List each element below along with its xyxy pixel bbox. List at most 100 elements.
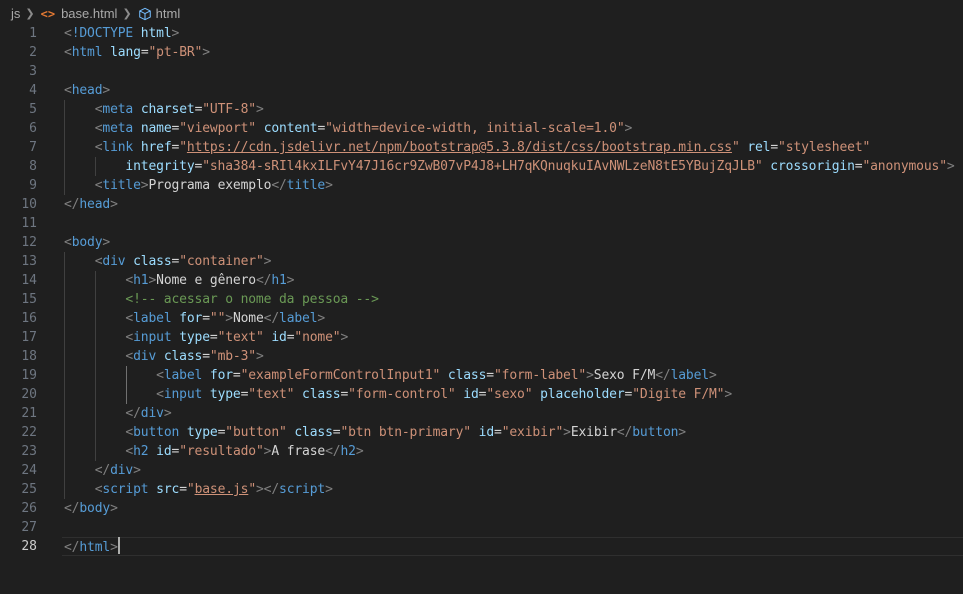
code-text: <meta name="viewport" content="width=dev… xyxy=(64,119,633,138)
code-token: "stylesheet" xyxy=(778,140,871,155)
breadcrumb-symbol[interactable]: html xyxy=(138,6,180,21)
code-token: label xyxy=(279,311,318,326)
code-token: > xyxy=(133,463,141,478)
code-line[interactable]: 2 <html lang="pt-BR"> xyxy=(0,43,963,62)
code-token: </ xyxy=(64,197,80,212)
line-number: 16 xyxy=(21,311,37,326)
code-token: </ xyxy=(263,311,280,326)
code-token: "text" xyxy=(217,330,264,345)
code-token: < xyxy=(125,425,134,440)
code-token: input xyxy=(133,330,172,345)
code-token: < xyxy=(64,235,72,250)
code-token: < xyxy=(125,330,134,345)
code-token: h1 xyxy=(133,273,149,288)
code-token: body xyxy=(71,235,103,250)
code-line[interactable]: 24 </div> xyxy=(0,461,963,480)
code-line[interactable]: 16 <label for="">Nome</label> xyxy=(0,309,963,328)
code-line[interactable]: 14 <h1>Nome e gênero</h1> xyxy=(0,271,963,290)
code-token: head xyxy=(79,197,111,212)
code-editor[interactable]: js ❯ <> base.html ❯ html 1 <!DOCTYPE html… xyxy=(0,0,963,594)
code-token: < xyxy=(125,349,134,364)
code-token: content xyxy=(263,121,318,136)
code-token: > xyxy=(102,83,111,98)
code-text: </div> xyxy=(64,461,141,480)
code-line[interactable]: 21 </div> xyxy=(0,404,963,423)
code-line[interactable]: 4 <head> xyxy=(0,81,963,100)
code-text: <div class="mb-3"> xyxy=(64,347,263,366)
code-token: A frase xyxy=(271,444,326,459)
code-token: html xyxy=(79,540,111,555)
code-token: class xyxy=(447,368,487,383)
code-token: = xyxy=(202,349,210,364)
code-text: <!DOCTYPE html> xyxy=(64,24,179,43)
code-token: Nome e gênero xyxy=(156,273,256,288)
code-token: "container" xyxy=(179,254,264,269)
code-text: <input type="text" id="nome"> xyxy=(64,328,348,347)
code-line[interactable]: 12 <body> xyxy=(0,233,963,252)
code-text: <div class="container"> xyxy=(64,252,272,271)
code-token: crossorigin xyxy=(770,159,855,174)
code-token: = xyxy=(317,121,326,136)
code-line[interactable]: 22 <button type="button" class="btn btn-… xyxy=(0,423,963,442)
code-text: <!-- acessar o nome da pessoa --> xyxy=(64,290,378,309)
code-line[interactable]: 6 <meta name="viewport" content="width=d… xyxy=(0,119,963,138)
code-line[interactable]: 10 </head> xyxy=(0,195,963,214)
code-token: < xyxy=(125,273,134,288)
code-line[interactable]: 26 </body> xyxy=(0,499,963,518)
code-token: > xyxy=(171,26,180,41)
code-line[interactable]: 25 <script src="base.js"></script> xyxy=(0,480,963,499)
code-token: Exibir xyxy=(570,425,617,440)
line-number: 12 xyxy=(21,235,37,250)
code-line[interactable]: 20 <input type="text" class="form-contro… xyxy=(0,385,963,404)
code-text: <html lang="pt-BR"> xyxy=(64,43,210,62)
breadcrumb: js ❯ <> base.html ❯ html xyxy=(0,0,963,27)
code-token: = xyxy=(494,425,502,440)
code-line[interactable]: 17 <input type="text" id="nome"> xyxy=(0,328,963,347)
code-token: "exampleFormControlInput1" xyxy=(240,368,441,383)
code-token: label xyxy=(670,368,710,383)
chevron-right-icon: ❯ xyxy=(25,8,35,20)
line-number: 11 xyxy=(21,216,37,231)
code-token: > xyxy=(110,540,118,555)
code-token: div xyxy=(102,254,126,269)
code-line[interactable]: 8 integrity="sha384-sRIl4kxILFvY47J16cr9… xyxy=(0,157,963,176)
code-token: > xyxy=(256,102,264,117)
code-token: src xyxy=(156,482,180,497)
code-line[interactable]: 27 xyxy=(0,518,963,537)
code-line[interactable]: 15 <!-- acessar o nome da pessoa --> xyxy=(0,290,963,309)
line-number: 14 xyxy=(21,273,37,288)
code-text: </html> xyxy=(64,537,120,557)
code-token: meta xyxy=(102,121,134,136)
code-token: "pt-BR" xyxy=(148,45,203,60)
code-line[interactable]: 1 <!DOCTYPE html> xyxy=(0,24,963,43)
code-line[interactable]: 11 xyxy=(0,214,963,233)
code-token: type xyxy=(186,425,218,440)
code-line[interactable]: 9 <title>Programa exemplo</title> xyxy=(0,176,963,195)
code-text: </div> xyxy=(64,404,171,423)
code-line[interactable]: 23 <h2 id="resultado">A frase</h2> xyxy=(0,442,963,461)
code-line[interactable]: 13 <div class="container"> xyxy=(0,252,963,271)
code-token: name xyxy=(140,121,172,136)
code-token: > xyxy=(946,159,955,174)
breadcrumb-file[interactable]: <> base.html xyxy=(41,6,118,21)
breadcrumb-folder[interactable]: js xyxy=(11,6,20,21)
line-number: 13 xyxy=(21,254,37,269)
code-area[interactable]: 1 <!DOCTYPE html> 2 <html lang="pt-BR"> 3 4 <h… xyxy=(0,24,963,556)
code-line[interactable]: 7 <link href="https://cdn.jsdelivr.net/n… xyxy=(0,138,963,157)
code-line[interactable]: 28 </html> xyxy=(0,537,963,556)
line-number: 17 xyxy=(21,330,37,345)
code-line[interactable]: 19 <label for="exampleFormControlInput1"… xyxy=(0,366,963,385)
code-token: > xyxy=(325,482,333,497)
code-line[interactable]: 5 <meta charset="UTF-8"> xyxy=(0,100,963,119)
code-token: script xyxy=(279,482,326,497)
code-line[interactable]: 18 <div class="mb-3"> xyxy=(0,347,963,366)
code-line[interactable]: 3 xyxy=(0,62,963,81)
code-token: > xyxy=(340,330,349,345)
